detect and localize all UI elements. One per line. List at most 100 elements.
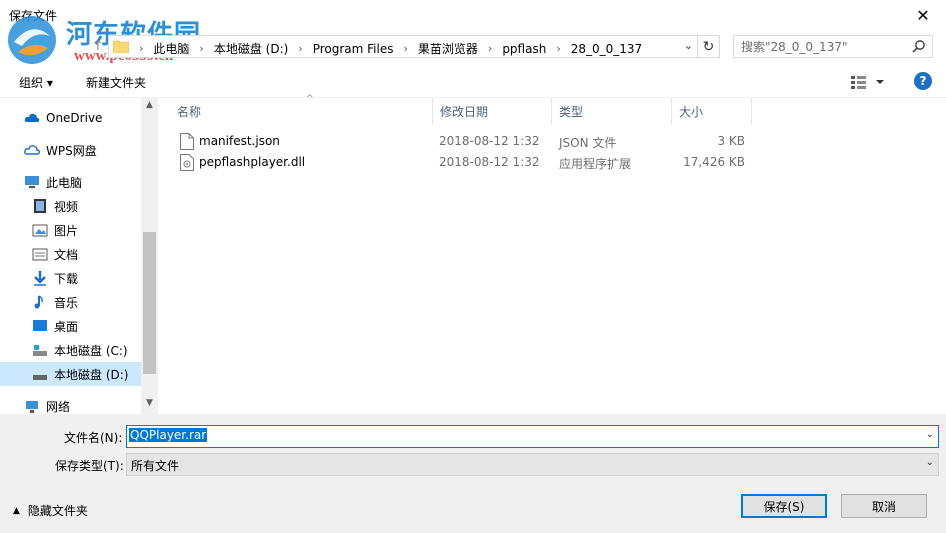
pictures-icon [32,224,48,237]
caret-up-icon: ▲ [13,505,20,516]
column-header-name[interactable]: 名称 ^ [170,94,433,124]
nav-item-drive-d[interactable]: 本地磁盘 (D:) [0,362,141,386]
nav-item-label: 下载 [54,271,79,286]
documents-icon [32,248,48,261]
file-size: 17,426 KB [683,155,745,169]
nav-item-label: 此电脑 [46,175,83,190]
chevron-right-icon[interactable]: › [482,42,498,55]
close-icon: ✕ [916,5,930,25]
filename-value: QQPlayer.rar [129,428,208,442]
filetype-label: 保存类型(T): [55,459,124,473]
computer-icon [25,176,39,188]
crumb-ppflash[interactable]: ppflash [498,42,550,56]
crumb-program-files[interactable]: Program Files [309,42,398,56]
chevron-right-icon[interactable]: › [133,42,149,55]
column-header-size[interactable]: 大小 [672,98,752,124]
nav-item-label: 桌面 [54,319,79,334]
nav-item-music[interactable]: 音乐 [0,290,141,314]
search-icon[interactable] [912,39,926,53]
scroll-thumb[interactable] [143,232,156,374]
nav-scrollbar[interactable]: ▲ ▼ [141,98,158,414]
drive-d-icon [33,375,47,380]
file-name: pepflashplayer.dll [199,155,306,169]
up-arrow-icon[interactable]: ↑ [92,38,104,54]
sort-ascending-icon: ^ [306,94,314,104]
file-date: 2018-08-12 1:32 [439,155,540,169]
crumb-version[interactable]: 28_0_0_137 [567,42,646,56]
nav-item-label: 本地磁盘 (C:) [54,343,128,358]
nav-item-label: OneDrive [46,111,103,125]
column-header-name-label: 名称 [177,104,202,119]
scroll-up-icon[interactable]: ▲ [141,100,158,114]
nav-item-label: 网络 [46,399,71,414]
window-title: 保存文件 [9,9,58,23]
nav-item-onedrive[interactable]: OneDrive [0,106,141,130]
breadcrumb: › 此电脑 › 本地磁盘 (D:) › Program Files › 果苗浏览… [133,40,646,57]
filename-combobox[interactable]: QQPlayer.rar ⌄ [126,425,939,448]
column-header-date[interactable]: 修改日期 [433,98,552,124]
file-row[interactable]: pepflashplayer.dll 2018-08-12 1:32 应用程序扩… [172,152,752,173]
organize-menu[interactable]: 组织 ▾ [19,74,53,91]
crumb-this-pc[interactable]: 此电脑 [149,40,193,57]
file-size: 3 KB [717,134,745,148]
crumb-drive-d[interactable]: 本地磁盘 (D:) [210,40,292,57]
music-icon [34,295,43,309]
search-box[interactable] [733,35,933,58]
close-button[interactable]: ✕ [900,0,946,30]
file-type: JSON 文件 [559,136,617,150]
chevron-right-icon[interactable]: › [193,42,209,55]
nav-item-pictures[interactable]: 图片 [0,218,141,242]
chevron-right-icon[interactable]: › [550,42,566,55]
chevron-down-icon[interactable]: ⌄ [926,429,934,440]
chevron-down-icon[interactable]: ⌄ [684,39,693,52]
desktop-icon [33,320,47,331]
save-panel: 文件名(N): QQPlayer.rar ⌄ 保存类型(T): 所有文件 ⌄ ▲… [0,414,946,533]
address-row: ↑ › 此电脑 › 本地磁盘 (D:) › Program Files › 果苗… [0,30,946,64]
help-icon: ? [919,74,927,88]
nav-item-label: 视频 [54,199,79,214]
dll-file-icon [180,154,194,171]
address-bar[interactable]: › 此电脑 › 本地磁盘 (D:) › Program Files › 果苗浏览… [108,35,698,58]
column-header-type-label: 类型 [559,104,584,119]
new-folder-button[interactable]: 新建文件夹 [86,74,146,91]
cloud-icon [24,113,40,122]
refresh-button[interactable]: ↻ [698,35,720,58]
nav-item-desktop[interactable]: 桌面 [0,314,141,338]
nav-item-label: 文档 [54,247,79,262]
chevron-down-icon[interactable]: ⌄ [926,457,934,468]
video-icon [34,199,46,213]
filetype-value: 所有文件 [131,459,180,473]
nav-item-label: WPS网盘 [46,143,97,158]
nav-item-wps-cloud[interactable]: WPS网盘 [0,138,141,162]
nav-item-downloads[interactable]: 下载 [0,266,141,290]
filename-input[interactable]: QQPlayer.rar [129,428,909,445]
filename-label: 文件名(N): [64,431,123,445]
file-list: 名称 ^ 修改日期 类型 大小 manifest.json 2018-08-12… [158,94,946,414]
help-button[interactable]: ? [914,72,932,90]
file-row[interactable]: manifest.json 2018-08-12 1:32 JSON 文件 3 … [172,131,752,152]
save-button[interactable]: 保存(S) [741,494,827,518]
toolbar: 组织 ▾ 新建文件夹 ? [0,64,946,98]
crumb-browser[interactable]: 果苗浏览器 [414,40,482,57]
json-file-icon [180,133,194,150]
view-options-icon[interactable] [850,74,890,90]
scroll-down-icon[interactable]: ▼ [141,398,158,412]
nav-item-label: 图片 [54,223,79,238]
nav-item-this-pc[interactable]: 此电脑 [0,170,141,194]
column-header-date-label: 修改日期 [440,104,489,119]
search-input[interactable] [734,36,910,57]
wps-cloud-icon [24,145,40,155]
nav-item-documents[interactable]: 文档 [0,242,141,266]
cancel-button[interactable]: 取消 [841,494,927,518]
refresh-icon: ↻ [702,38,715,55]
chevron-right-icon[interactable]: › [292,42,308,55]
chevron-right-icon[interactable]: › [397,42,413,55]
nav-item-videos[interactable]: 视频 [0,194,141,218]
filetype-select[interactable]: 所有文件 ⌄ [126,453,939,476]
column-header-type[interactable]: 类型 [552,98,672,124]
hide-folders-toggle[interactable]: ▲ 隐藏文件夹 [13,502,88,519]
nav-item-drive-c[interactable]: 本地磁盘 (C:) [0,338,141,362]
column-header-size-label: 大小 [679,104,704,119]
file-date: 2018-08-12 1:32 [439,134,540,148]
nav-item-label: 本地磁盘 (D:) [54,367,129,382]
